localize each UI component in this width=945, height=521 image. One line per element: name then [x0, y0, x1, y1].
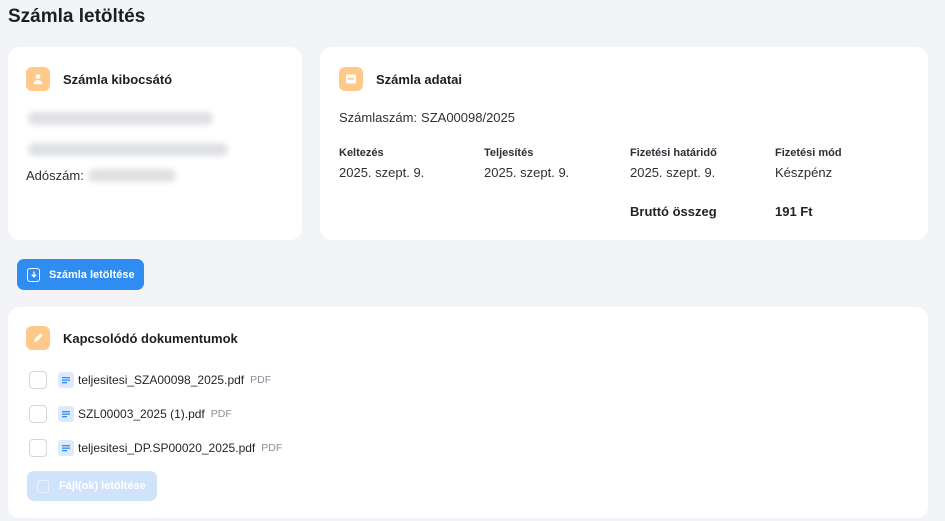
file-type: PDF [210, 408, 232, 420]
file-type: PDF [261, 442, 283, 454]
file-name[interactable]: SZL00003_2025 (1).pdf [78, 407, 205, 421]
document-icon [58, 406, 74, 422]
field-value: Készpénz [775, 165, 833, 180]
field-payment-method: Fizetési mód Készpénz [775, 147, 842, 180]
document-icon [58, 440, 74, 456]
field-due-date: Fizetési határidő 2025. szept. 9. [630, 147, 717, 180]
issuer-card-header: Számla kibocsátó [26, 67, 172, 91]
tax-number-redacted [87, 169, 176, 182]
related-documents-title: Kapcsolódó dokumentumok [63, 330, 238, 346]
invoice-number-label: Számlaszám: [339, 110, 418, 125]
field-fulfillment-date: Teljesítés 2025. szept. 9. [484, 147, 569, 180]
field-label: Fizetési határidő [630, 147, 717, 159]
download-icon [37, 479, 49, 493]
related-documents-header: Kapcsolódó dokumentumok [26, 326, 238, 350]
pencil-icon [26, 326, 50, 350]
invoice-number-row: Számlaszám: SZA00098/2025 [339, 110, 515, 125]
file-checkbox[interactable] [29, 439, 47, 457]
list-item: SZL00003_2025 (1).pdf PDF [29, 405, 232, 423]
field-value: 2025. szept. 9. [484, 165, 570, 180]
field-label: Keltezés [339, 147, 384, 159]
file-name[interactable]: teljesitesi_SZA00098_2025.pdf [78, 373, 244, 387]
document-icon [58, 372, 74, 388]
issuer-tax-row: Adószám: [26, 168, 176, 183]
download-icon [27, 267, 40, 282]
file-checkbox[interactable] [29, 371, 47, 389]
issuer-card-title: Számla kibocsátó [63, 71, 173, 87]
download-invoice-button[interactable]: Számla letöltése [17, 259, 144, 290]
invoice-card: Számla adatai Számlaszám: SZA00098/2025 … [320, 47, 928, 240]
issuer-card: Számla kibocsátó Adószám: [8, 47, 302, 240]
field-value: 2025. szept. 9. [630, 165, 716, 180]
field-label: Fizetési mód [775, 147, 842, 159]
file-checkbox[interactable] [29, 405, 47, 423]
gross-amount-value: 191 Ft [775, 204, 813, 219]
invoice-card-header: Számla adatai [339, 67, 462, 91]
download-files-button[interactable]: Fájl(ok) letöltése [27, 471, 157, 501]
file-type: PDF [250, 374, 272, 386]
gross-amount-label: Bruttó összeg [630, 204, 717, 219]
tax-number-label: Adószám: [26, 168, 84, 183]
download-invoice-label: Számla letöltése [49, 268, 135, 281]
list-item: teljesitesi_DP.SP00020_2025.pdf PDF [29, 439, 282, 457]
issuer-name-redacted [28, 112, 213, 125]
invoice-card-title: Számla adatai [376, 71, 462, 87]
user-icon [26, 67, 50, 91]
field-value: 2025. szept. 9. [339, 165, 425, 180]
invoice-icon [339, 67, 363, 91]
field-label: Teljesítés [484, 147, 534, 159]
issuer-address-redacted [28, 143, 228, 156]
invoice-number: SZA00098/2025 [421, 110, 515, 125]
list-item: teljesitesi_SZA00098_2025.pdf PDF [29, 371, 271, 389]
file-name[interactable]: teljesitesi_DP.SP00020_2025.pdf [78, 441, 255, 455]
page-title: Számla letöltés [8, 6, 146, 27]
download-files-label: Fájl(ok) letöltése [59, 480, 146, 492]
field-issue-date: Keltezés 2025. szept. 9. [339, 147, 424, 180]
